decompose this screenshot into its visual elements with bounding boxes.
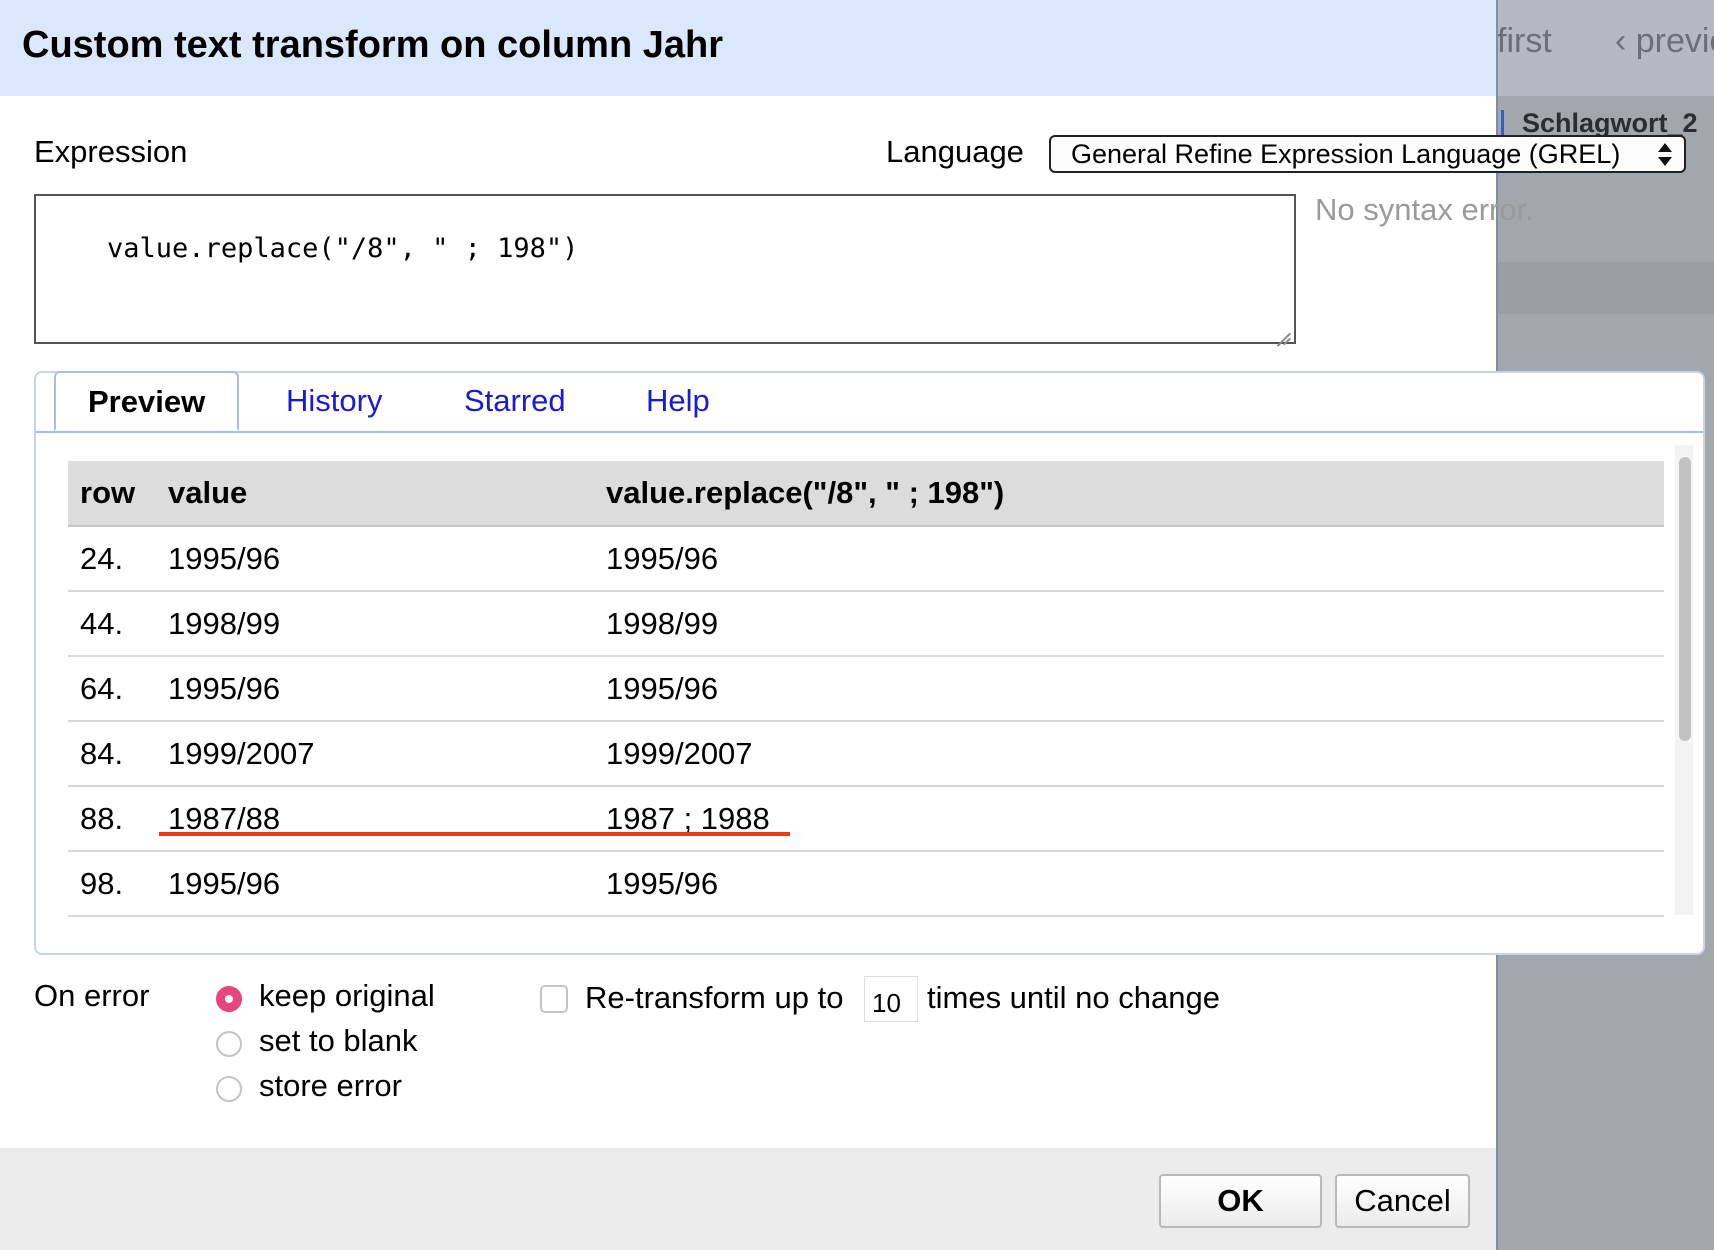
radio-keep-original[interactable] [216,986,242,1012]
row-number: 44. [68,591,156,657]
tab-starred[interactable]: Starred [464,373,566,431]
header-row: row [68,461,156,527]
table-row: 44. 1998/99 1998/99 [68,591,1664,657]
syntax-status: No syntax error. [1315,192,1534,227]
table-row: 88. 1987/88 1987 ; 1988 [68,786,1664,852]
row-result: 1987 ; 1988 [594,786,1664,852]
row-result: 1999/2007 [594,721,1664,787]
header-value: value [156,461,594,527]
row-number: 64. [68,656,156,722]
language-select-value: General Refine Expression Language (GREL… [1071,139,1621,169]
tab-bar: Preview History Starred Help [36,371,1703,433]
table-row: 64. 1995/96 1995/96 [68,656,1664,722]
row-result: 1995/96 [594,656,1664,722]
table-row: 84. 1999/2007 1999/2007 [68,721,1664,787]
row-number: 98. [68,851,156,917]
retransform-label-after: times until no change [927,980,1220,1015]
table-header-row: row value value.replace("/8", " ; 198") [68,461,1664,527]
select-arrows-icon [1658,141,1672,169]
table-row: 24. 1995/96 1995/96 [68,526,1664,592]
highlight-underline [159,832,790,836]
radio-store-error[interactable] [216,1076,242,1102]
language-label: Language [886,134,1024,169]
expression-text: value.replace("/8", " ; 198") [107,233,579,264]
cancel-button[interactable]: Cancel [1335,1174,1470,1228]
vertical-scrollbar-thumb[interactable] [1679,457,1691,741]
preview-table: row value value.replace("/8", " ; 198") … [68,461,1664,917]
pager-first-link[interactable]: first [1497,22,1552,61]
table-row: 98. 1995/96 1995/96 [68,851,1664,917]
row-result: 1995/96 [594,526,1664,592]
row-number: 24. [68,526,156,592]
retransform-label-before: Re-transform up to [585,980,844,1015]
radio-set-to-blank-label[interactable]: set to blank [259,1023,418,1059]
row-value: 1998/99 [156,591,594,657]
dialog-header: Custom text transform on column Jahr [0,0,1496,96]
radio-keep-original-label[interactable]: keep original [259,978,435,1014]
radio-store-error-label[interactable]: store error [259,1068,402,1104]
pager-previous-link[interactable]: ‹ previc [1615,22,1714,61]
row-value: 1987/88 [156,786,594,852]
retransform-count-input[interactable] [864,976,918,1022]
on-error-label: On error [34,978,150,1013]
row-number: 84. [68,721,156,787]
row-value: 1995/96 [156,851,594,917]
background-row-band [1497,262,1714,314]
preview-scroll-area[interactable]: row value value.replace("/8", " ; 198") … [48,445,1693,943]
background-column-label: Schlagwort_2 [1522,108,1698,138]
row-result: 1998/99 [594,591,1664,657]
row-value: 1995/96 [156,656,594,722]
radio-set-to-blank[interactable] [216,1031,242,1057]
expression-textarea[interactable]: value.replace("/8", " ; 198") [34,194,1296,344]
language-select[interactable]: General Refine Expression Language (GREL… [1049,135,1686,173]
dialog-title: Custom text transform on column Jahr [22,24,723,66]
ok-button[interactable]: OK [1159,1174,1322,1228]
expression-label: Expression [34,134,188,169]
resize-grip-icon[interactable] [1277,325,1291,339]
header-expression: value.replace("/8", " ; 198") [594,461,1664,527]
tab-history[interactable]: History [286,373,382,431]
row-value: 1995/96 [156,526,594,592]
row-result: 1995/96 [594,851,1664,917]
retransform-checkbox[interactable] [540,985,568,1013]
tab-preview[interactable]: Preview [54,371,240,431]
tab-help[interactable]: Help [646,373,710,431]
background-header: first ‹ previc [1497,0,1714,96]
custom-transform-dialog: Custom text transform on column Jahr Exp… [0,0,1705,1250]
tabs-panel: Preview History Starred Help row value v… [34,371,1705,955]
row-value: 1999/2007 [156,721,594,787]
row-number: 88. [68,786,156,852]
